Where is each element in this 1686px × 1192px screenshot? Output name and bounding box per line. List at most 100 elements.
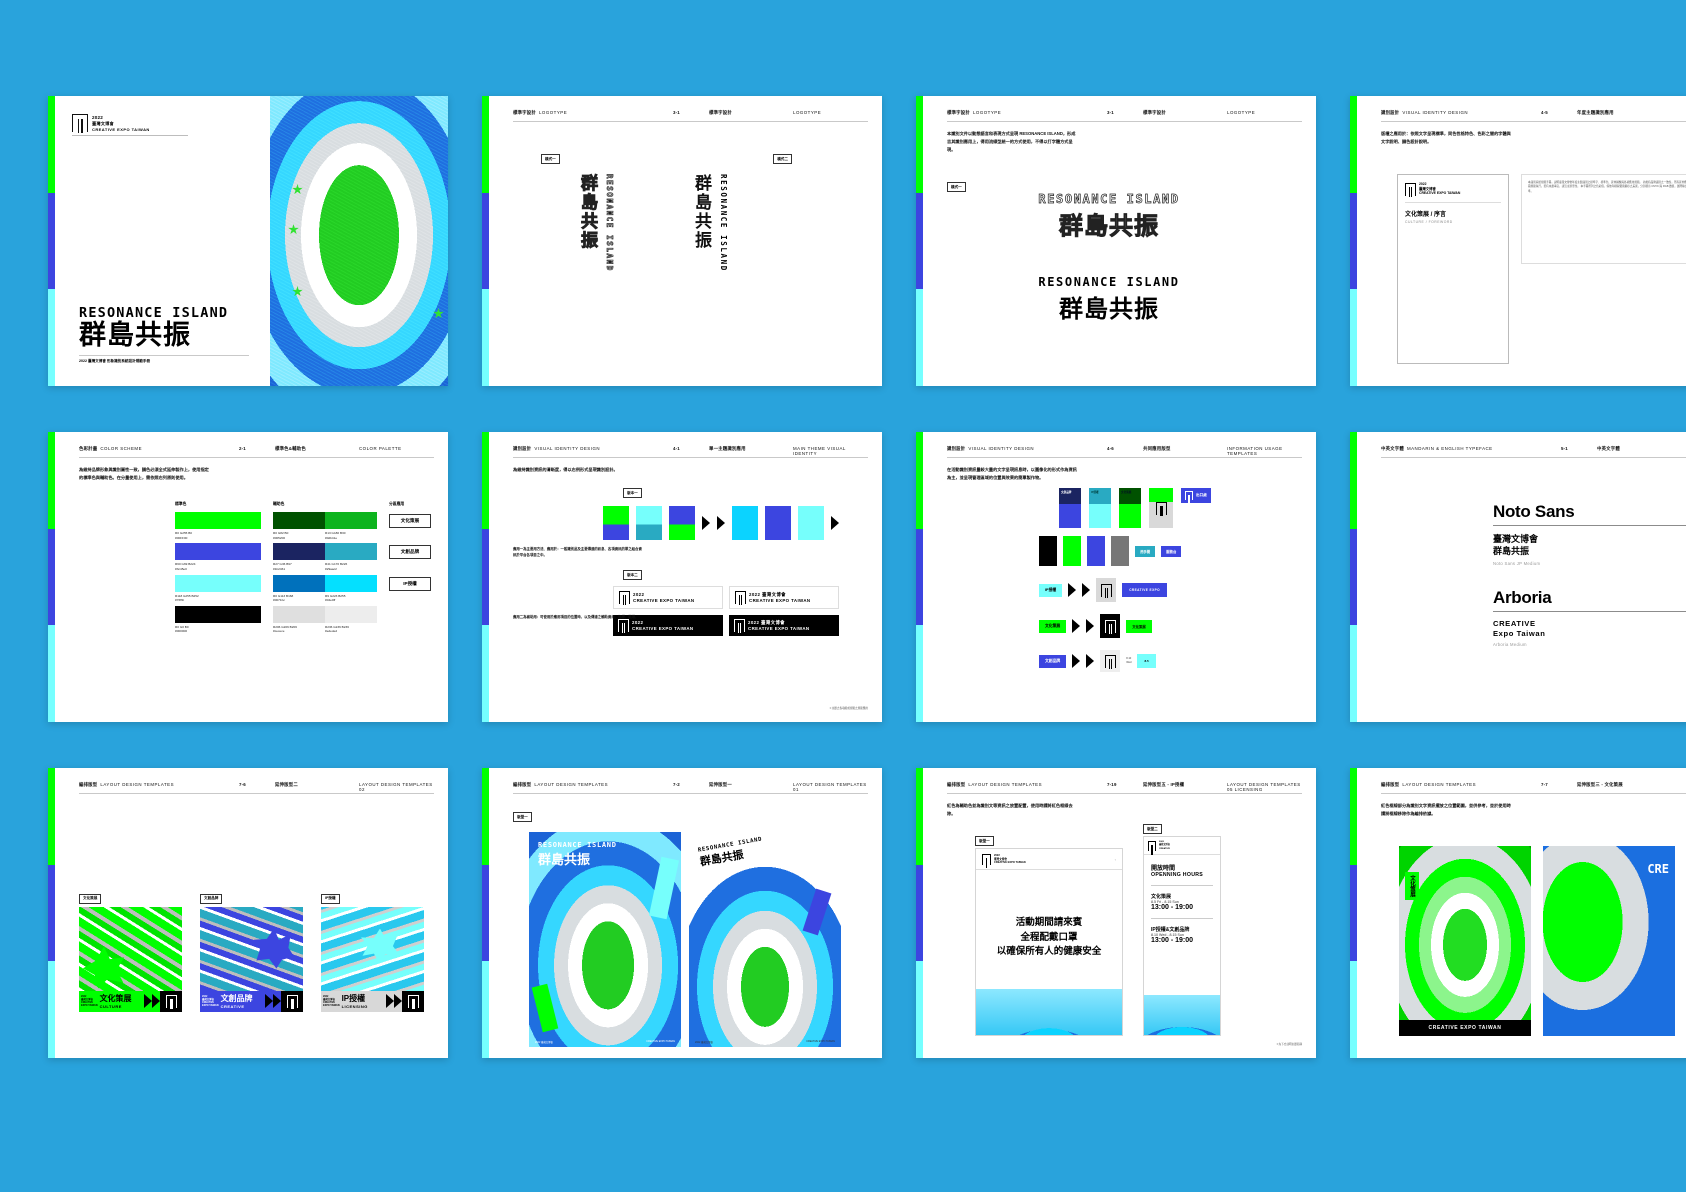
notice-poster[interactable]: 2022 臺灣文博會 CREATIVE EXPO TAIWAN ‹ 活動期間請來賓全… xyxy=(975,848,1123,1036)
swatch-primary[interactable] xyxy=(175,574,261,592)
swatch-primary[interactable] xyxy=(175,605,261,623)
logotype-vertical-en: RESONANCE ISLAND xyxy=(719,174,728,272)
expo-mark-icon xyxy=(982,854,991,868)
lockup-en: CREATIVE EXPO TAIWAN xyxy=(632,625,694,631)
banner-chip: IP授權 xyxy=(1089,488,1111,528)
logotype-vertical-zh: 群島共振 xyxy=(691,174,711,250)
header-section-zh: 中英文字體 xyxy=(1597,446,1620,451)
card-title-zh: IP授權 xyxy=(341,994,366,1003)
lockup-light: 2022 臺灣文博會 CREATIVE EXPO TAIWAN xyxy=(729,586,839,609)
usage-note-2: 應用二為補助用：可使用於應用項目的位置時，以及傳達之輔助資訊、指標、區隔。 xyxy=(513,615,639,619)
swatch-primary[interactable] xyxy=(175,512,261,529)
banner-chip: 文創品牌 xyxy=(1059,488,1081,528)
hours-poster[interactable]: 2022 臺灣文博會 CREATIVE 開放時間 OPENNING HOURS 文化… xyxy=(1143,836,1221,1036)
header-en: VISUAL IDENTITY DESIGN xyxy=(534,446,601,451)
usage-note-1: 應用一為主要用方法、應用於：一般識別品及主要傳達的訊息、各項資訊的單之組合資訊於… xyxy=(513,547,642,558)
swatch-secondary-a[interactable] xyxy=(273,574,325,592)
page-vi-preface[interactable]: 識別設計 VISUAL IDENTITY DESIGN 4-5 年度主題識別應用 … xyxy=(1350,96,1686,386)
template-card-creative[interactable]: 文創品牌 2022 臺灣文博會 CREATIVE EXPO TAIWAN 文創品牌 C… xyxy=(200,886,303,1012)
zone-pill-creative[interactable]: 文創品牌 xyxy=(389,545,431,560)
swatch-secondary-a[interactable] xyxy=(273,543,325,561)
swatch-primary[interactable] xyxy=(175,543,261,561)
swatch-hex: #76fffc xyxy=(175,598,185,603)
header-section-en: LOGOTYPE xyxy=(1227,110,1256,115)
page-header: 標準字設計 LOGOTYPE 3-1 標準字設計 LOGOTYPE xyxy=(947,110,1302,122)
template-card-licensing[interactable]: IP授權 2022 臺灣文博會 CREATIVE EXPO TAIWAN IP授權 L… xyxy=(321,886,424,1012)
poster-b[interactable]: RESONANCE ISLAND 群島共振 2022 臺灣文博會 CREATIVE… xyxy=(689,832,841,1047)
logo-en: CREATIVE EXPO TAIWAN xyxy=(92,126,150,132)
lockup-year: 2022 xyxy=(748,619,760,625)
variant-label: 橫式一 xyxy=(947,182,966,192)
expo-mark-icon xyxy=(735,591,746,605)
header-number: 7-2 xyxy=(673,782,680,787)
page-layout-templates-01[interactable]: 編排版型 LAYOUT DESIGN TEMPLATES 7-2 延伸版型一 LA… xyxy=(482,768,882,1058)
swatch-secondary-b[interactable] xyxy=(325,605,377,623)
swatch-hex: #29aac2 xyxy=(325,566,337,571)
cover-title-zh: 群島共振 xyxy=(79,319,191,351)
page-typeface[interactable]: 中英文字體 MANDARIN & ENGLISH TYPEFACE 5-1 中英文… xyxy=(1350,432,1686,722)
page-header: 編排版型 LAYOUT DESIGN TEMPLATES 7-2 延伸版型一 LA… xyxy=(513,782,868,794)
quote-icon: ‹ xyxy=(1114,857,1116,862)
expo-mark-icon xyxy=(618,619,629,633)
swatch-secondary-a[interactable] xyxy=(273,512,325,529)
header-section-en: LAYOUT DESIGN TEMPLATES 05 LICENSING xyxy=(1227,782,1301,792)
swatch-rgb: R0 G82 B0 xyxy=(273,531,289,535)
header-section-zh: 標準字設計 xyxy=(1143,110,1166,115)
vi-tile xyxy=(669,506,695,540)
lockup-zh: 臺灣文博會 xyxy=(761,619,785,625)
card-title-zh: 文化策展 / 序言 xyxy=(1405,211,1447,218)
sign-chip-culture-2: 文化策展 xyxy=(1126,619,1152,633)
swatch-hex: #3c45e0 xyxy=(175,566,187,571)
poster-a[interactable]: RESONANCE ISLAND 群島共振 2022 臺灣文博會 CREATIVE… xyxy=(529,832,681,1047)
card-logo-en: CREATIVE EXPO TAIWAN xyxy=(1419,191,1461,196)
page-color-palette[interactable]: 色彩計畫 COLOR SCHEME 2-1 標準色&輔助色 COLOR PALET… xyxy=(48,432,448,722)
palette-row: R60 G69 B224 #3c45e0 R27 G36 B97 #1b2461 R… xyxy=(175,543,441,571)
sign-chip-licensing: IP授權 xyxy=(1039,583,1063,597)
page-layout-templates-05-licensing[interactable]: 編排版型 LAYOUT DESIGN TEMPLATES 7-19 延伸版型五 -… xyxy=(916,768,1316,1058)
variant-label-left: 橫式一 xyxy=(541,154,560,164)
hours-entry-time: 13:00 - 19:00 xyxy=(1151,937,1194,944)
culture-poster-2[interactable]: CRE xyxy=(1543,846,1675,1036)
lockup-en: CREATIVE EXPO TAIWAN xyxy=(748,625,810,631)
zone-pill-licensing[interactable]: IP授權 xyxy=(389,576,431,591)
arrow-icon xyxy=(1082,583,1091,597)
header-section-zh: 延伸版型三 - 文化策展 xyxy=(1577,782,1623,787)
page-logotype-horizontal[interactable]: 標準字設計 LOGOTYPE 3-1 標準字設計 LOGOTYPE 本識別文件以動… xyxy=(916,96,1316,386)
page-logotype-vertical[interactable]: 標準字設計 LOGOTYPE 3-1 標準字設計 LOGOTYPE 橫式一 橫式二… xyxy=(482,96,882,386)
page-cover[interactable]: 2022 臺灣文博會 CREATIVE EXPO TAIWAN RESONANC… xyxy=(48,96,448,386)
card-title-en: CREATIVE xyxy=(220,1004,245,1009)
expo-mark-icon xyxy=(1104,654,1116,669)
arrow-icon xyxy=(1072,654,1081,668)
zone-pill-culture[interactable]: 文化策展 xyxy=(389,514,431,528)
swatch-hex: #0071bc xyxy=(273,598,285,603)
col-title-zone: 分區應用 xyxy=(389,502,405,506)
header-zh: 識別設計 xyxy=(1381,110,1400,115)
page-layout-templates-02[interactable]: 編排版型 LAYOUT DESIGN TEMPLATES 7-6 延伸版型二 LA… xyxy=(48,768,448,1058)
poster-footer: 2022 臺灣文博會 CREATIVE EXPO TAIWAN xyxy=(695,1040,835,1044)
header-number: 5-1 xyxy=(1561,446,1568,451)
font-sample-1: 臺灣文博會 群島共振 xyxy=(1493,534,1539,557)
sign-chip-brand: 文創品牌 xyxy=(1039,654,1067,668)
expo-mark-icon xyxy=(1100,583,1112,598)
variant-label-right: 橫式二 xyxy=(773,154,792,164)
page-description: 紅色框線部分為識別文字資訊擺放之位置範圍，並供參考，並於使用時請將框線移除作為編… xyxy=(1381,803,1511,816)
swatch-hex: #04e0ff xyxy=(325,598,336,603)
lockup-zh: 臺灣文博會 xyxy=(762,591,786,597)
culture-poster[interactable]: 文化策展 CREATIVE EXPO TAIWAN xyxy=(1399,846,1531,1036)
swatch-secondary-b[interactable] xyxy=(325,543,377,561)
template-card-culture[interactable]: 文化策展 2022 臺灣文博會 CREATIVE EXPO TAIWAN 文化策展 C… xyxy=(79,886,182,1012)
swatch-secondary-a[interactable] xyxy=(273,605,325,623)
page-layout-templates-culture[interactable]: 編排版型 LAYOUT DESIGN TEMPLATES 7-7 延伸版型三 - … xyxy=(1350,768,1686,1058)
page-vi-main-theme[interactable]: 識別設計 VISUAL IDENTITY DESIGN 4-1 單一主題識別應用 … xyxy=(482,432,882,722)
version-label-1: 版本一 xyxy=(623,488,642,498)
font-name-2: Arboria xyxy=(1493,588,1552,608)
swatch-secondary-b[interactable] xyxy=(325,512,377,529)
variant-label: 版型一 xyxy=(513,812,532,822)
header-section-zh: 單一主題識別應用 xyxy=(709,446,746,451)
header-number: 3-1 xyxy=(673,110,680,115)
swatch-secondary-b[interactable] xyxy=(325,574,377,592)
page-vi-info-templates[interactable]: 識別設計 VISUAL IDENTITY DESIGN 4-6 共同應用版型 IN… xyxy=(916,432,1316,722)
vi-tile xyxy=(765,506,791,540)
banner-chip: 文化策展 xyxy=(1119,488,1141,528)
page-header: 識別設計 VISUAL IDENTITY DESIGN 4-1 單一主題識別應用 … xyxy=(513,446,868,458)
